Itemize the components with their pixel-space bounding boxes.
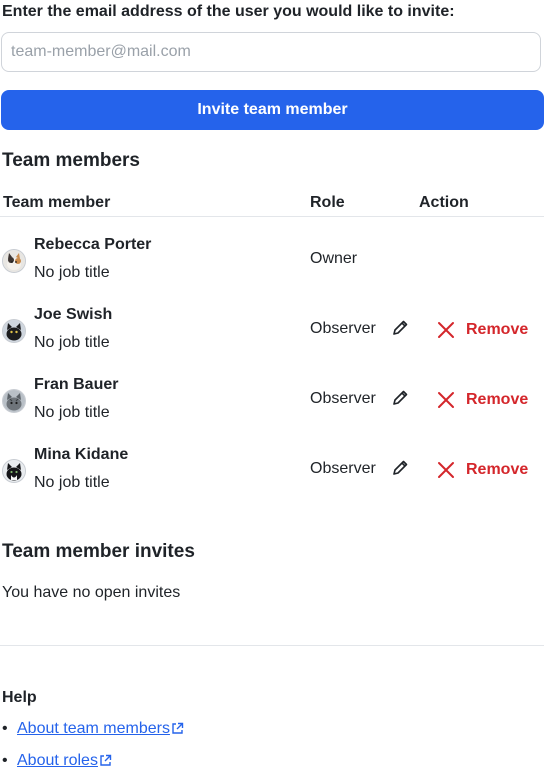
close-icon	[438, 462, 454, 478]
team-members-heading: Team members	[2, 150, 140, 171]
remove-label: Remove	[466, 321, 529, 338]
member-row-fran-bauer: Fran Bauer No job title Observer Remove	[0, 376, 544, 446]
remove-member-button[interactable]: Remove	[436, 389, 528, 411]
external-link-icon	[100, 754, 112, 766]
member-job-title: No job title	[34, 334, 110, 351]
table-header-divider	[0, 216, 544, 217]
member-role: Observer	[310, 320, 376, 337]
avatar	[2, 389, 26, 413]
cat-avatar-black-icon	[3, 320, 25, 342]
section-divider	[0, 645, 544, 646]
link-label: About team members	[17, 720, 170, 737]
avatar	[2, 249, 26, 273]
about-roles-link[interactable]: About roles	[17, 752, 112, 769]
pencil-icon	[393, 390, 408, 405]
remove-label: Remove	[466, 391, 529, 408]
help-heading: Help	[2, 689, 37, 706]
column-header-team-member: Team member	[3, 194, 111, 211]
member-row-joe-swish: Joe Swish No job title Observer Remove	[0, 306, 544, 376]
close-icon	[438, 392, 454, 408]
cat-avatar-grey-icon	[3, 390, 25, 412]
no-invites-message: You have no open invites	[2, 584, 181, 601]
edit-role-button[interactable]	[390, 459, 410, 479]
member-role: Observer	[310, 460, 376, 477]
invite-email-label: Enter the email address of the user you …	[2, 3, 455, 20]
team-member-invites-heading: Team member invites	[2, 541, 195, 562]
list-item: About roles	[0, 752, 184, 784]
remove-member-button[interactable]: Remove	[436, 319, 528, 341]
help-links-list: About team members About roles	[0, 720, 184, 784]
external-link-icon	[172, 722, 184, 734]
member-name: Fran Bauer	[34, 376, 119, 393]
pencil-icon	[393, 320, 408, 335]
member-row-mina-kidane: Mina Kidane No job title Observer Remove	[0, 446, 544, 516]
member-name: Rebecca Porter	[34, 236, 152, 253]
member-row-rebecca-porter: Rebecca Porter No job title Owner	[0, 236, 544, 306]
invite-email-input[interactable]	[1, 32, 541, 72]
cat-avatar-calico-icon	[3, 250, 25, 272]
list-item: About team members	[0, 720, 184, 752]
column-header-role: Role	[310, 194, 345, 211]
about-team-members-link[interactable]: About team members	[17, 720, 184, 737]
column-header-action: Action	[419, 194, 469, 211]
remove-label: Remove	[466, 461, 529, 478]
member-name: Joe Swish	[34, 306, 113, 323]
remove-member-button[interactable]: Remove	[436, 459, 528, 481]
pencil-icon	[393, 460, 408, 475]
team-members-page: Enter the email address of the user you …	[0, 0, 544, 774]
invite-team-member-button[interactable]: Invite team member	[1, 90, 544, 130]
member-role: Observer	[310, 390, 376, 407]
edit-role-button[interactable]	[390, 389, 410, 409]
member-job-title: No job title	[34, 404, 110, 421]
cat-avatar-tuxedo-icon	[3, 460, 25, 482]
member-job-title: No job title	[34, 264, 110, 281]
link-label: About roles	[17, 752, 98, 769]
member-job-title: No job title	[34, 474, 110, 491]
edit-role-button[interactable]	[390, 319, 410, 339]
close-icon	[438, 322, 454, 338]
member-role: Owner	[310, 250, 358, 267]
avatar	[2, 319, 26, 343]
member-name: Mina Kidane	[34, 446, 129, 463]
avatar	[2, 459, 26, 483]
